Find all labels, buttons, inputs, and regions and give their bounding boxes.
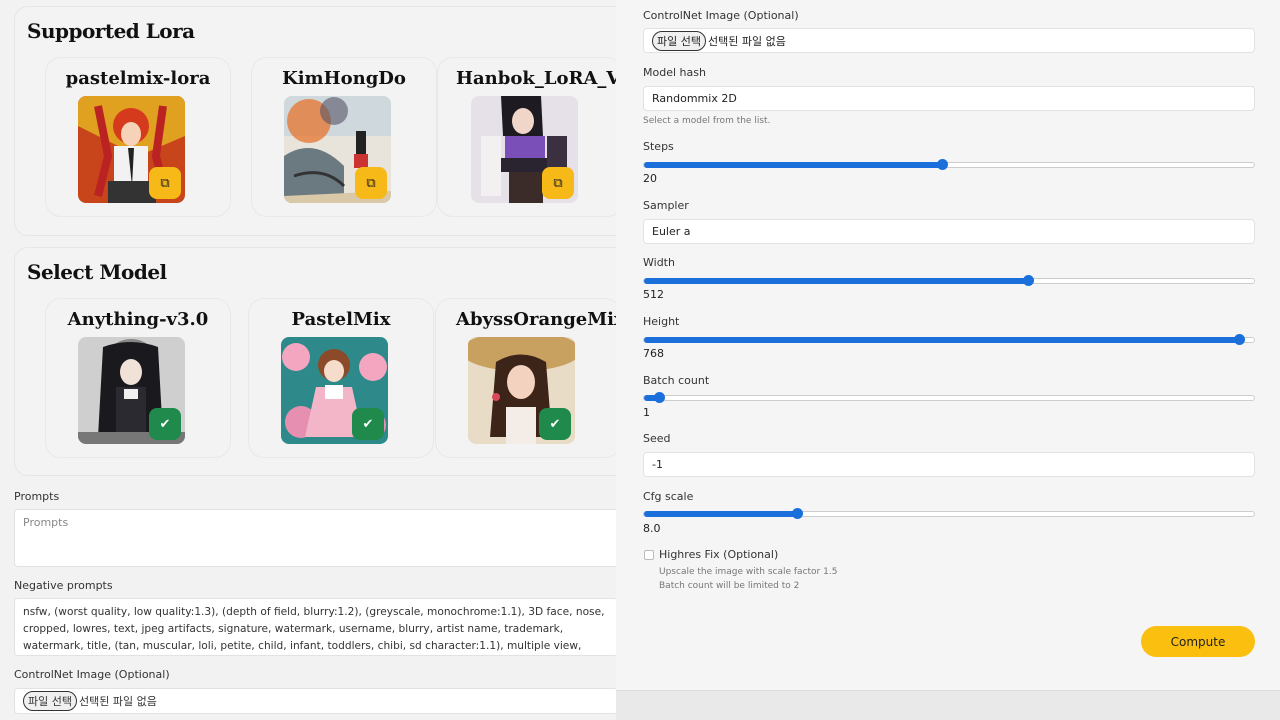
file-status: 선택된 파일 없음	[78, 695, 157, 708]
width-value: 512	[643, 288, 664, 301]
slider-fill	[644, 162, 942, 168]
model-hash-hint: Select a model from the list.	[643, 116, 771, 126]
prompts-placeholder: Prompts	[23, 516, 69, 529]
controlnet-label: ControlNet Image (Optional)	[643, 9, 799, 22]
model-card-title: Anything-v3.0	[67, 309, 209, 330]
lora-card-hanbok[interactable]: Hanbok_LoRA_V ⧉	[437, 57, 616, 217]
model-card-abyssorange[interactable]: AbyssOrangeMix2 ✔	[435, 298, 616, 458]
sampler-input[interactable]: Euler a	[643, 219, 1255, 244]
width-label: Width	[643, 256, 675, 269]
height-label: Height	[643, 315, 680, 328]
slider-handle[interactable]	[1233, 334, 1245, 345]
lora-card-kimhongdo[interactable]: KimHongDo ⧉	[251, 57, 437, 217]
slider-handle[interactable]	[1023, 275, 1035, 286]
lora-thumbnail: ⧉	[471, 96, 578, 203]
file-choose-button[interactable]: 파일 선택	[652, 30, 706, 51]
model-section: Select Model Anything-v3.0 ✔ PastelMix ✔…	[14, 247, 616, 476]
controlnet-label-left: ControlNet Image (Optional)	[14, 668, 170, 681]
slider-handle[interactable]	[654, 392, 666, 403]
prompts-label: Prompts	[14, 490, 60, 503]
check-icon: ✔	[539, 408, 571, 440]
batch-count-value: 1	[643, 406, 650, 419]
model-hash-input[interactable]: Randommix 2D	[643, 86, 1255, 111]
lora-card-title: pastelmix-lora	[65, 68, 211, 89]
steps-slider[interactable]	[643, 159, 1255, 170]
model-card-title: AbyssOrangeMix2	[456, 309, 616, 330]
sampler-label: Sampler	[643, 199, 689, 212]
model-thumbnail: ✔	[281, 337, 388, 444]
panel-footer	[616, 690, 1280, 720]
cfg-scale-value: 8.0	[643, 522, 661, 535]
highres-fix-checkbox[interactable]	[644, 550, 654, 560]
steps-label: Steps	[643, 140, 674, 153]
slider-fill	[644, 278, 1029, 284]
cfg-scale-label: Cfg scale	[643, 490, 694, 503]
model-hash-label: Model hash	[643, 66, 706, 79]
lora-section-title: Supported Lora	[27, 19, 195, 43]
seed-input[interactable]: -1	[643, 452, 1255, 477]
copy-icon[interactable]: ⧉	[355, 167, 387, 199]
slider-handle[interactable]	[936, 159, 948, 170]
copy-icon[interactable]: ⧉	[149, 167, 181, 199]
controlnet-file-input[interactable]: 파일 선택 선택된 파일 없음	[643, 28, 1255, 53]
check-icon: ✔	[149, 408, 181, 440]
cfg-scale-slider[interactable]	[643, 508, 1255, 519]
lora-thumbnail: ⧉	[284, 96, 391, 203]
model-section-title: Select Model	[27, 260, 167, 284]
highres-hint-2: Batch count will be limited to 2	[659, 581, 800, 591]
slider-fill	[644, 511, 797, 517]
lora-card-title: KimHongDo	[282, 68, 406, 89]
width-slider[interactable]	[643, 275, 1255, 286]
file-choose-button[interactable]: 파일 선택	[23, 691, 77, 711]
batch-count-slider[interactable]	[643, 392, 1255, 403]
steps-value: 20	[643, 172, 657, 185]
negative-prompts-label: Negative prompts	[14, 579, 113, 592]
lora-thumbnail: ⧉	[78, 96, 185, 203]
highres-fix-label: Highres Fix (Optional)	[659, 548, 779, 561]
highres-hint-1: Upscale the image with scale factor 1.5	[659, 567, 838, 577]
height-slider[interactable]	[643, 334, 1255, 345]
model-thumbnail: ✔	[78, 337, 185, 444]
controlnet-file-input-left[interactable]: 파일 선택 선택된 파일 없음	[14, 688, 616, 714]
slider-handle[interactable]	[791, 508, 803, 519]
model-card-title: PastelMix	[291, 309, 391, 330]
model-card-pastelmix[interactable]: PastelMix ✔	[248, 298, 434, 458]
lora-card-pastelmix[interactable]: pastelmix-lora ⧉	[45, 57, 231, 217]
model-thumbnail: ✔	[468, 337, 575, 444]
lora-card-title: Hanbok_LoRA_V	[456, 68, 616, 89]
seed-label: Seed	[643, 432, 671, 445]
settings-panel: ControlNet Image (Optional) 파일 선택 선택된 파일…	[616, 0, 1280, 690]
prompts-input[interactable]: Prompts	[14, 509, 616, 567]
negative-prompts-input[interactable]: nsfw, (worst quality, low quality:1.3), …	[14, 598, 616, 656]
compute-button[interactable]: Compute	[1141, 626, 1255, 657]
height-value: 768	[643, 347, 664, 360]
left-panel: Supported Lora pastelmix-lora ⧉ KimHongD…	[0, 0, 616, 720]
lora-section: Supported Lora pastelmix-lora ⧉ KimHongD…	[14, 6, 616, 236]
copy-icon[interactable]: ⧉	[542, 167, 574, 199]
slider-fill	[644, 337, 1239, 343]
check-icon: ✔	[352, 408, 384, 440]
batch-count-label: Batch count	[643, 374, 710, 387]
file-status: 선택된 파일 없음	[707, 34, 786, 48]
model-card-anything[interactable]: Anything-v3.0 ✔	[45, 298, 231, 458]
